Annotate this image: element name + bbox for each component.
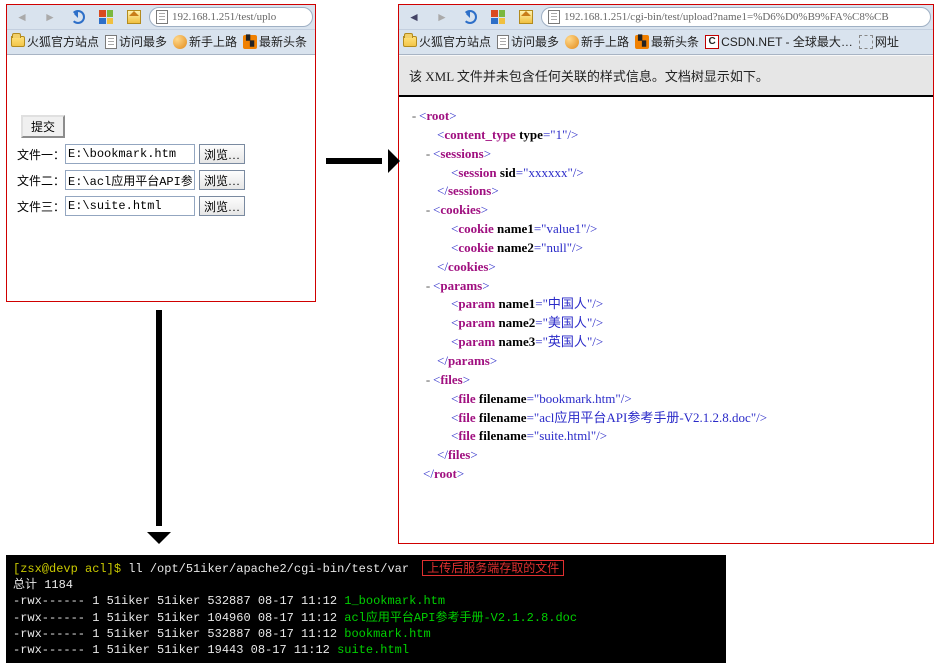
arrow-right-icon (326, 158, 382, 164)
reload-icon (463, 10, 477, 24)
bm-most[interactable]: 访问最多 (105, 33, 167, 50)
back-button[interactable]: ◄ (9, 7, 35, 27)
terminal-total: 总计 1184 (13, 577, 719, 593)
terminal-cmd-line: [zsx@devp acl]$ ll /opt/51iker/apache2/c… (13, 560, 719, 577)
browser-chrome-left: ◄ ► 192.168.1.251/test/uplo 火狐官方站点 访问最多 … (7, 5, 315, 55)
forward-button[interactable]: ► (37, 7, 63, 27)
win-button[interactable] (93, 7, 119, 27)
bm-news[interactable]: ▚最新头条 (243, 33, 307, 50)
xml-result-panel: ◄ ► 192.168.1.251/cgi-bin/test/upload?na… (398, 4, 934, 544)
url-text: 192.168.1.251/cgi-bin/test/upload?name1=… (564, 11, 889, 23)
file2-label: 文件二： (17, 172, 65, 189)
bm-newbie[interactable]: 新手上路 (173, 33, 237, 50)
placeholder-icon (859, 35, 873, 49)
browse1-button[interactable]: 浏览… (199, 144, 245, 164)
file3-input[interactable] (65, 196, 195, 216)
bm-csdn[interactable]: CCSDN.NET - 全球最大… (705, 33, 853, 50)
bm-folder[interactable]: 火狐官方站点 (11, 33, 99, 50)
url-text: 192.168.1.251/test/uplo (172, 11, 276, 23)
bm-newbie[interactable]: 新手上路 (565, 33, 629, 50)
terminal-panel: [zsx@devp acl]$ ll /opt/51iker/apache2/c… (6, 555, 726, 663)
file1-input[interactable] (65, 144, 195, 164)
home-icon (127, 10, 141, 24)
home-button[interactable] (121, 7, 147, 27)
xml-info-message: 该 XML 文件并未包含任何关联的样式信息。文档树显示如下。 (399, 55, 933, 97)
address-bar[interactable]: 192.168.1.251/cgi-bin/test/upload?name1=… (541, 7, 931, 27)
windows-icon (99, 10, 113, 24)
page-icon (497, 35, 509, 49)
browse3-button[interactable]: 浏览… (199, 196, 245, 216)
forward-button[interactable]: ► (429, 7, 455, 27)
bm-folder[interactable]: 火狐官方站点 (403, 33, 491, 50)
file2-input[interactable] (65, 170, 195, 190)
file3-label: 文件三： (17, 198, 65, 215)
bookmark-bar: 火狐官方站点 访问最多 新手上路 ▚最新头条 CCSDN.NET - 全球最大…… (399, 29, 933, 53)
terminal-annotation: 上传后服务端存取的文件 (422, 560, 564, 576)
terminal-row: -rwx------ 1 51iker 51iker 532887 08-17 … (13, 593, 719, 609)
bookmark-bar: 火狐官方站点 访问最多 新手上路 ▚最新头条 (7, 29, 315, 53)
terminal-row: -rwx------ 1 51iker 51iker 19443 08-17 1… (13, 642, 719, 658)
page-icon (548, 10, 560, 24)
terminal-row: -rwx------ 1 51iker 51iker 104960 08-17 … (13, 610, 719, 626)
upload-form: 提交 文件一： 浏览… 文件二： 浏览… 文件三： 浏览… (17, 63, 309, 216)
bm-most[interactable]: 访问最多 (497, 33, 559, 50)
page-icon (105, 35, 117, 49)
firefox-icon (173, 35, 187, 49)
reload-button[interactable] (457, 7, 483, 27)
back-button[interactable]: ◄ (401, 7, 427, 27)
browse2-button[interactable]: 浏览… (199, 170, 245, 190)
bm-news[interactable]: ▚最新头条 (635, 33, 699, 50)
arrow-down-icon (156, 310, 162, 526)
home-button[interactable] (513, 7, 539, 27)
file1-label: 文件一： (17, 146, 65, 163)
reload-button[interactable] (65, 7, 91, 27)
reload-icon (71, 10, 85, 24)
firefox-icon (565, 35, 579, 49)
bm-site[interactable]: 网址 (859, 33, 899, 50)
browser-chrome-right: ◄ ► 192.168.1.251/cgi-bin/test/upload?na… (399, 5, 933, 55)
windows-icon (491, 10, 505, 24)
csdn-icon: C (705, 35, 719, 49)
folder-icon (11, 36, 25, 47)
home-icon (519, 10, 533, 24)
address-bar[interactable]: 192.168.1.251/test/uplo (149, 7, 313, 27)
submit-button[interactable]: 提交 (21, 115, 65, 138)
page-icon (156, 10, 168, 24)
terminal-row: -rwx------ 1 51iker 51iker 532887 08-17 … (13, 626, 719, 642)
rss-icon: ▚ (635, 35, 649, 49)
xml-tree: -<root> <content_type type="1"/> -<sessi… (399, 97, 933, 494)
rss-icon: ▚ (243, 35, 257, 49)
upload-form-panel: ◄ ► 192.168.1.251/test/uplo 火狐官方站点 访问最多 … (6, 4, 316, 302)
folder-icon (403, 36, 417, 47)
win-button[interactable] (485, 7, 511, 27)
